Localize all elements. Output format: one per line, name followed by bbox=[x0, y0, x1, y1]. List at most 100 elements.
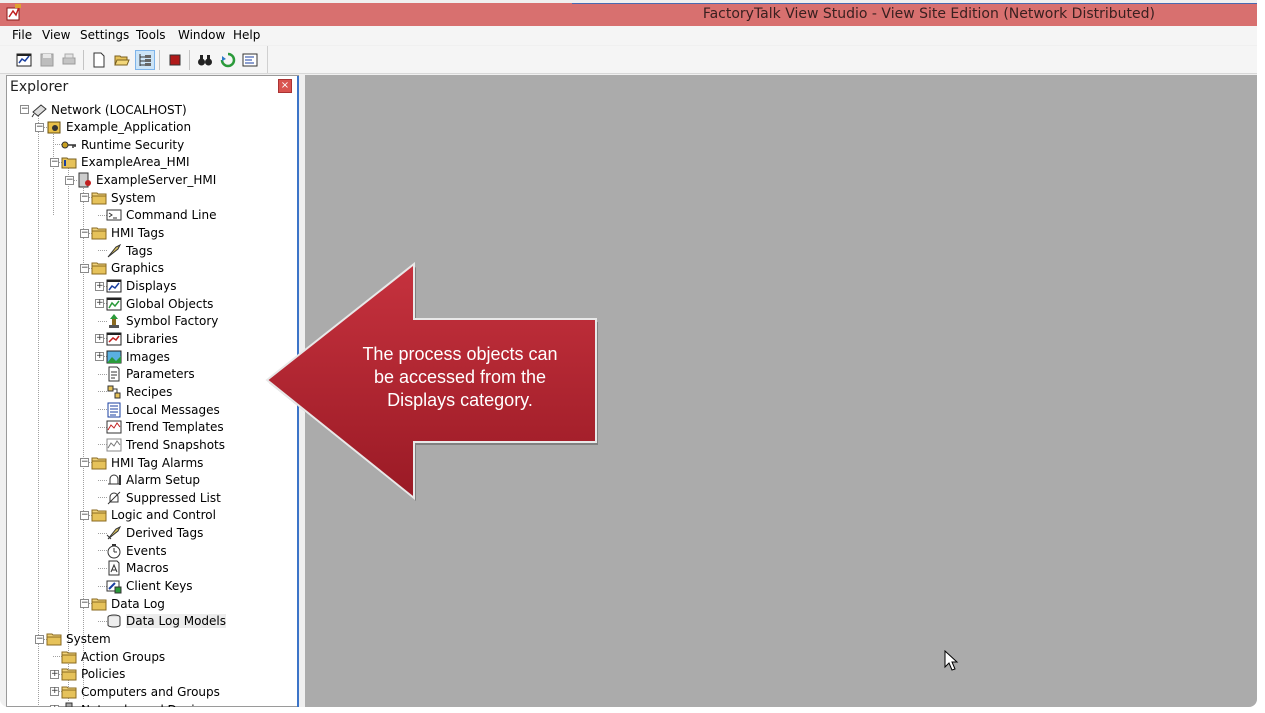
expand-icon[interactable]: + bbox=[95, 299, 104, 309]
tree-item-trend-templates[interactable]: Trend Templates bbox=[106, 419, 224, 436]
tree-item-runtime-security[interactable]: Runtime Security bbox=[61, 136, 184, 153]
collapse-icon[interactable]: − bbox=[80, 510, 89, 520]
local-messages-icon bbox=[106, 402, 122, 418]
toolbar-separator bbox=[189, 50, 190, 70]
stop-icon[interactable] bbox=[165, 50, 185, 70]
menu-view[interactable]: View bbox=[42, 28, 70, 42]
explorer-tree-icon[interactable] bbox=[135, 50, 155, 70]
expand-icon[interactable]: + bbox=[50, 669, 59, 679]
tree-item-suppressed-list[interactable]: Suppressed List bbox=[106, 489, 221, 506]
tree-item-label: Network (LOCALHOST) bbox=[51, 102, 187, 117]
open-folder-icon[interactable] bbox=[112, 50, 132, 70]
expand-icon[interactable]: + bbox=[50, 705, 59, 707]
trend-templates-icon bbox=[106, 419, 122, 435]
menu-settings[interactable]: Settings bbox=[80, 28, 129, 42]
tree-item-data-log-models[interactable]: Data Log Models bbox=[106, 613, 226, 630]
collapse-icon[interactable]: − bbox=[50, 157, 59, 167]
close-icon[interactable]: × bbox=[278, 79, 292, 93]
server-icon bbox=[76, 172, 92, 188]
global-objects-icon bbox=[106, 296, 122, 312]
tree-item-exampleserver-hmi[interactable]: ExampleServer_HMI bbox=[76, 172, 216, 189]
collapse-icon[interactable]: − bbox=[35, 122, 44, 132]
displays-icon bbox=[106, 278, 122, 294]
tree-item-hmi-tags[interactable]: HMI Tags bbox=[91, 225, 164, 242]
client-keys-icon bbox=[106, 578, 122, 594]
menu-file[interactable]: File bbox=[12, 28, 32, 42]
collapse-icon[interactable]: − bbox=[80, 193, 89, 203]
callout-line-1: The process objects can bbox=[362, 344, 558, 364]
print-icon[interactable] bbox=[59, 50, 79, 70]
tree-item-label: Client Keys bbox=[126, 579, 193, 594]
collapse-icon[interactable]: − bbox=[20, 105, 29, 114]
explorer-tree: Network (LOCALHOST) − Example_Application −… bbox=[7, 99, 296, 707]
tree-item-label: Local Messages bbox=[126, 402, 220, 417]
tree-item-system[interactable]: System bbox=[91, 189, 156, 206]
expand-icon[interactable]: + bbox=[50, 687, 59, 697]
tree-item-label: Networks and Devices bbox=[81, 703, 215, 707]
tree-item-symbol-factory[interactable]: Symbol Factory bbox=[106, 313, 218, 330]
collapse-icon[interactable]: − bbox=[65, 175, 74, 185]
mouse-cursor-icon bbox=[944, 650, 959, 671]
tree-item-images[interactable]: Images bbox=[106, 348, 170, 365]
refresh-icon[interactable] bbox=[218, 50, 238, 70]
tree-item-label: Computers and Groups bbox=[81, 684, 220, 699]
tree-item-label: Graphics bbox=[111, 261, 164, 276]
tree-item-graphics[interactable]: Graphics bbox=[91, 260, 164, 277]
tree-item-networks-and-devices[interactable]: Networks and Devices bbox=[61, 701, 215, 707]
tree-item-example-application[interactable]: Example_Application bbox=[46, 119, 191, 136]
tree-item-client-keys[interactable]: Client Keys bbox=[106, 578, 193, 595]
tree-item-logic-and-control[interactable]: Logic and Control bbox=[91, 507, 216, 524]
folder-icon bbox=[91, 596, 107, 612]
collapse-icon[interactable]: − bbox=[80, 458, 89, 467]
tree-item-local-messages[interactable]: Local Messages bbox=[106, 401, 220, 418]
command-line-icon bbox=[106, 207, 122, 223]
diagnostics-icon[interactable] bbox=[240, 50, 260, 70]
new-file-icon[interactable] bbox=[89, 50, 109, 70]
expand-icon[interactable]: + bbox=[95, 334, 104, 344]
collapse-icon[interactable]: − bbox=[35, 634, 44, 644]
alarm-setup-icon bbox=[106, 472, 122, 488]
tree-item-displays[interactable]: Displays bbox=[106, 278, 176, 295]
tree-item-system[interactable]: System bbox=[46, 631, 111, 648]
application-window: FactoryTalk View Studio - View Site Edit… bbox=[0, 0, 1257, 707]
libraries-icon bbox=[106, 331, 122, 347]
tree-item-label: Parameters bbox=[126, 367, 195, 382]
new-display-icon[interactable] bbox=[14, 50, 34, 70]
tree-item-network-localhost-[interactable]: Network (LOCALHOST) bbox=[31, 101, 187, 118]
menu-tools[interactable]: Tools bbox=[136, 28, 166, 42]
tree-item-parameters[interactable]: Parameters bbox=[106, 366, 195, 383]
tree-item-tags[interactable]: Tags bbox=[106, 242, 153, 259]
tree-item-macros[interactable]: Macros bbox=[106, 560, 169, 577]
factorytalk-app-icon[interactable] bbox=[6, 4, 22, 22]
tree-item-global-objects[interactable]: Global Objects bbox=[106, 295, 213, 312]
tree-item-examplearea-hmi[interactable]: ExampleArea_HMI bbox=[61, 154, 190, 171]
tree-item-libraries[interactable]: Libraries bbox=[106, 330, 178, 347]
expand-icon[interactable]: + bbox=[95, 281, 104, 291]
tree-item-policies[interactable]: Policies bbox=[61, 666, 125, 683]
tree-item-trend-snapshots[interactable]: Trend Snapshots bbox=[106, 436, 225, 453]
tree-item-label: HMI Tags bbox=[111, 226, 165, 241]
expand-icon[interactable]: + bbox=[95, 352, 104, 362]
tree-item-recipes[interactable]: Recipes bbox=[106, 383, 172, 400]
collapse-icon[interactable]: − bbox=[80, 228, 89, 238]
folder-icon bbox=[91, 225, 107, 241]
tree-item-alarm-setup[interactable]: Alarm Setup bbox=[106, 472, 200, 489]
menu-help[interactable]: Help bbox=[233, 28, 260, 42]
tree-item-events[interactable]: Events bbox=[106, 542, 167, 559]
tree-item-derived-tags[interactable]: Derived Tags bbox=[106, 525, 203, 542]
menu-window[interactable]: Window bbox=[178, 28, 225, 42]
binoculars-icon[interactable] bbox=[195, 50, 215, 70]
collapse-icon[interactable]: − bbox=[80, 263, 89, 273]
tree-item-command-line[interactable]: Command Line bbox=[106, 207, 217, 224]
tree-guide-line bbox=[38, 107, 39, 707]
title-bar[interactable]: FactoryTalk View Studio - View Site Edit… bbox=[0, 3, 1257, 26]
save-icon[interactable] bbox=[37, 50, 57, 70]
tree-item-label: Policies bbox=[81, 667, 126, 682]
tree-item-hmi-tag-alarms[interactable]: HMI Tag Alarms bbox=[91, 454, 203, 471]
tree-item-label: ExampleArea_HMI bbox=[81, 155, 190, 170]
collapse-icon[interactable]: − bbox=[80, 599, 89, 609]
tree-item-action-groups[interactable]: Action Groups bbox=[61, 648, 165, 665]
tree-item-computers-and-groups[interactable]: Computers and Groups bbox=[61, 683, 220, 700]
tree-item-data-log[interactable]: Data Log bbox=[91, 595, 165, 612]
toolbar bbox=[0, 46, 1257, 74]
